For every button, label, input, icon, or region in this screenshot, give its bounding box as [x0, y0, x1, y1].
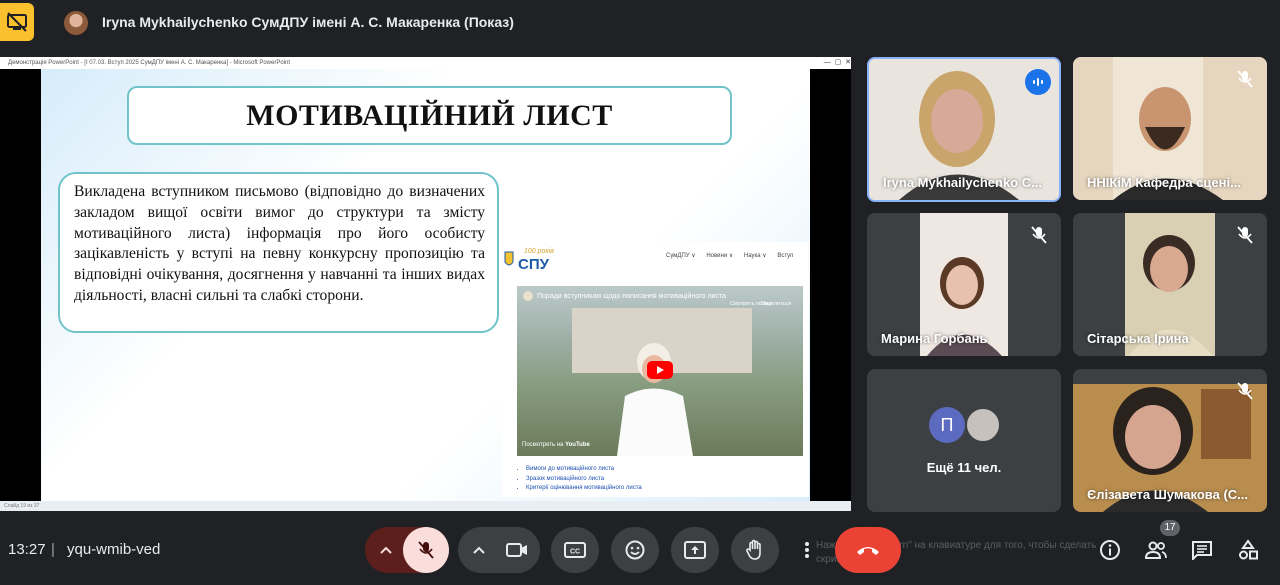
presenting-badge-icon[interactable]: [0, 3, 34, 41]
meeting-details-button[interactable]: [1088, 527, 1132, 573]
people-count-badge: 17: [1160, 520, 1180, 536]
youtube-video[interactable]: Поради вступникам щодо написання мотивац…: [517, 286, 803, 456]
people-icon: [1144, 541, 1167, 559]
speaking-indicator-icon: [1025, 69, 1051, 95]
shapes-icon: [1239, 539, 1258, 560]
mic-off-icon: [1237, 70, 1253, 88]
university-logo: 100 років СПУ: [502, 248, 572, 273]
meeting-code: yqu-wmib-ved: [67, 541, 161, 558]
participant-tile[interactable]: ННІКіМ Кафедра сцені...: [1073, 57, 1267, 200]
web-link[interactable]: Зразок мотиваційного листа: [526, 475, 642, 485]
participant-name: Iryna Mykhailychenko С...: [883, 175, 1042, 190]
reactions-button[interactable]: [611, 527, 659, 573]
watch-on-label: Посмотреть на: [522, 442, 564, 448]
mic-toggle-button[interactable]: [403, 527, 449, 573]
web-link[interactable]: Критерії оцінювання мотиваційного листа: [526, 484, 642, 494]
window-controls: — ▢ ✕: [823, 59, 851, 66]
slide-text: Викладена вступником письмово (відповідн…: [74, 183, 485, 304]
emoji-icon: [625, 540, 645, 560]
embedded-webpage: 100 років СПУ СумДПУ ∨ Новини ∨ Наука ∨ …: [502, 242, 809, 497]
video-title: Поради вступникам щодо написання мотивац…: [537, 293, 726, 300]
participant-avatar-letter: П: [929, 407, 965, 443]
web-links: Вимоги до мотиваційного листа Зразок мот…: [518, 465, 642, 494]
logo-anniversary: 100 років: [524, 248, 554, 255]
mic-off-icon: [418, 541, 434, 559]
chat-icon: [1192, 541, 1212, 560]
slide-title: МОТИВАЦІЙНИЙ ЛИСТ: [246, 98, 613, 132]
web-nav-item[interactable]: СумДПУ ∨: [666, 253, 696, 259]
web-link[interactable]: Вимоги до мотиваційного листа: [526, 465, 642, 475]
slide: МОТИВАЦІЙНИЙ ЛИСТ Викладена вступником п…: [41, 69, 810, 501]
activities-button[interactable]: [1226, 527, 1270, 573]
chat-button[interactable]: [1180, 527, 1224, 573]
present-screen-icon: [684, 541, 706, 559]
end-call-icon: [857, 547, 879, 555]
slide-text-box: Викладена вступником письмово (відповідн…: [58, 172, 499, 333]
present-screen-button[interactable]: [671, 527, 719, 573]
video-speaker: [617, 343, 693, 456]
mic-off-icon: [1237, 382, 1253, 400]
hand-icon: [746, 539, 761, 560]
presenter-avatar: [64, 11, 88, 35]
play-icon[interactable]: [647, 361, 673, 379]
web-nav: СумДПУ ∨ Новини ∨ Наука ∨ Вступ: [666, 252, 802, 259]
camera-options-chevron-icon[interactable]: [466, 540, 492, 560]
separator: |: [51, 541, 55, 558]
presenter-title: Iryna Mykhailychenko СумДПУ імені А. С. …: [102, 14, 514, 30]
participant-name: Марина Горбань: [881, 331, 988, 346]
participant-tile-others[interactable]: П Ещё 11 чел.: [867, 369, 1061, 512]
raise-hand-button[interactable]: [731, 527, 779, 573]
watch-on-youtube[interactable]: Посмотреть на YouTube: [522, 442, 590, 448]
end-call-button[interactable]: [835, 527, 901, 573]
mic-options-chevron-icon[interactable]: [372, 540, 400, 560]
slide-title-box: МОТИВАЦІЙНИЙ ЛИСТ: [127, 86, 732, 145]
participant-tile[interactable]: Iryna Mykhailychenko С...: [867, 57, 1061, 202]
web-nav-item[interactable]: Новини ∨: [706, 253, 733, 259]
web-nav-item[interactable]: Вступ: [777, 253, 793, 259]
participant-avatar: [965, 407, 1001, 443]
participant-name: Сітарська Ірина: [1087, 331, 1189, 346]
camera-toggle-button[interactable]: [494, 527, 540, 573]
svg-text:CC: CC: [570, 549, 580, 556]
camera-icon: [506, 543, 527, 557]
more-vert-icon: [805, 542, 809, 558]
participant-tile[interactable]: Сітарська Ірина: [1073, 213, 1267, 356]
more-participants-label: Ещё 11 чел.: [926, 460, 1002, 475]
powerpoint-status-bar: Слайд 19 из 37: [0, 501, 851, 511]
captions-button[interactable]: CC: [551, 527, 599, 573]
participant-name: ННІКіМ Кафедра сцені...: [1087, 175, 1241, 190]
participant-name: Єлізавета Шумакова (С...: [1087, 487, 1249, 502]
mic-off-icon: [1237, 226, 1253, 244]
mic-off-icon: [1031, 226, 1047, 244]
share-label[interactable]: Поделиться: [761, 301, 791, 307]
video-channel-icon: [523, 291, 533, 301]
window-title-text: Демонстрація PowerPoint - [I 07.03. Всту…: [8, 60, 291, 66]
participant-tile[interactable]: Марина Горбань: [867, 213, 1061, 356]
participant-tile[interactable]: Єлізавета Шумакова (С...: [1073, 369, 1267, 512]
youtube-logo-text: YouTube: [565, 442, 590, 448]
info-icon: [1100, 540, 1120, 560]
captions-icon: CC: [564, 542, 586, 558]
clock: 13:27: [8, 541, 46, 558]
logo-text: СПУ: [518, 256, 549, 273]
web-nav-item[interactable]: Наука ∨: [744, 253, 767, 259]
powerpoint-window-title: Демонстрація PowerPoint - [I 07.03. Всту…: [0, 57, 851, 69]
